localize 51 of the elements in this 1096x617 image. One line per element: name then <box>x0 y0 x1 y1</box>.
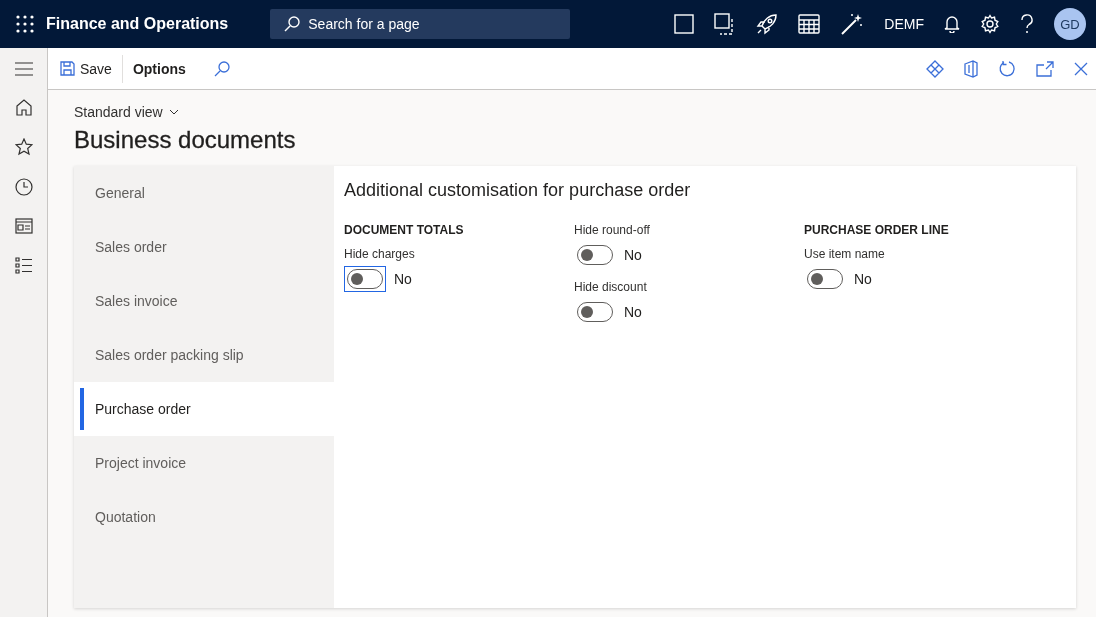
home-icon[interactable] <box>14 98 33 116</box>
section-title: Additional customisation for purchase order <box>344 180 692 201</box>
diamond-icon[interactable] <box>926 59 944 78</box>
search-icon[interactable] <box>213 60 230 77</box>
search-icon <box>284 16 301 32</box>
clock-icon[interactable] <box>14 178 33 196</box>
bell-icon[interactable] <box>944 15 960 33</box>
app-title: Finance and Operations <box>46 15 229 33</box>
user-avatar[interactable]: GD <box>1054 8 1086 40</box>
field-label: Use item name <box>804 247 886 261</box>
list-icon[interactable] <box>14 256 33 274</box>
close-icon[interactable] <box>1074 61 1088 76</box>
grid-icon[interactable] <box>798 14 821 34</box>
tab[interactable]: Sales order packing slip <box>74 328 334 382</box>
toggle-switch[interactable] <box>577 302 613 322</box>
rocket-icon[interactable] <box>756 13 779 35</box>
toggle-value: No <box>624 304 642 320</box>
tab[interactable]: Sales order <box>74 220 334 274</box>
toggle-value: No <box>394 271 412 287</box>
open-in-new-window-icon[interactable] <box>1036 60 1054 77</box>
field-label: Hide charges <box>344 247 416 261</box>
toggle-value: No <box>624 247 642 263</box>
save-button[interactable]: Save <box>54 54 118 83</box>
group-heading: PURCHASE ORDER LINE <box>804 223 950 237</box>
toggle-value: No <box>854 271 872 287</box>
tab[interactable]: Purchase order <box>74 382 334 436</box>
menu-icon[interactable] <box>14 62 33 76</box>
app-launcher-icon[interactable] <box>16 15 34 33</box>
square-icon[interactable] <box>674 14 695 34</box>
tab[interactable]: Quotation <box>74 490 334 544</box>
options-button[interactable]: Options <box>126 54 192 83</box>
tab[interactable]: General <box>74 166 334 220</box>
view-selector[interactable]: Standard view <box>74 104 179 120</box>
save-icon <box>60 61 75 76</box>
toggle-switch[interactable] <box>577 245 613 265</box>
toggle-switch[interactable] <box>807 269 843 289</box>
search-field[interactable]: Search for a page <box>270 9 571 39</box>
settings-icon[interactable] <box>980 14 1000 34</box>
group-heading: DOCUMENT TOTALS <box>344 223 465 237</box>
help-icon[interactable] <box>1020 14 1034 34</box>
star-icon[interactable] <box>14 138 33 156</box>
chevron-down-icon <box>168 109 179 115</box>
tab[interactable]: Sales invoice <box>74 274 334 328</box>
page-title: Business documents <box>74 126 297 154</box>
company-label[interactable]: DEMF <box>884 16 924 32</box>
field-label: Hide round-off <box>574 223 651 237</box>
magic-wand-icon[interactable] <box>840 12 865 36</box>
workspace-icon[interactable] <box>14 218 33 234</box>
field-label: Hide discount <box>574 280 648 294</box>
tab[interactable]: Project invoice <box>74 436 334 490</box>
refresh-icon[interactable] <box>998 59 1016 78</box>
